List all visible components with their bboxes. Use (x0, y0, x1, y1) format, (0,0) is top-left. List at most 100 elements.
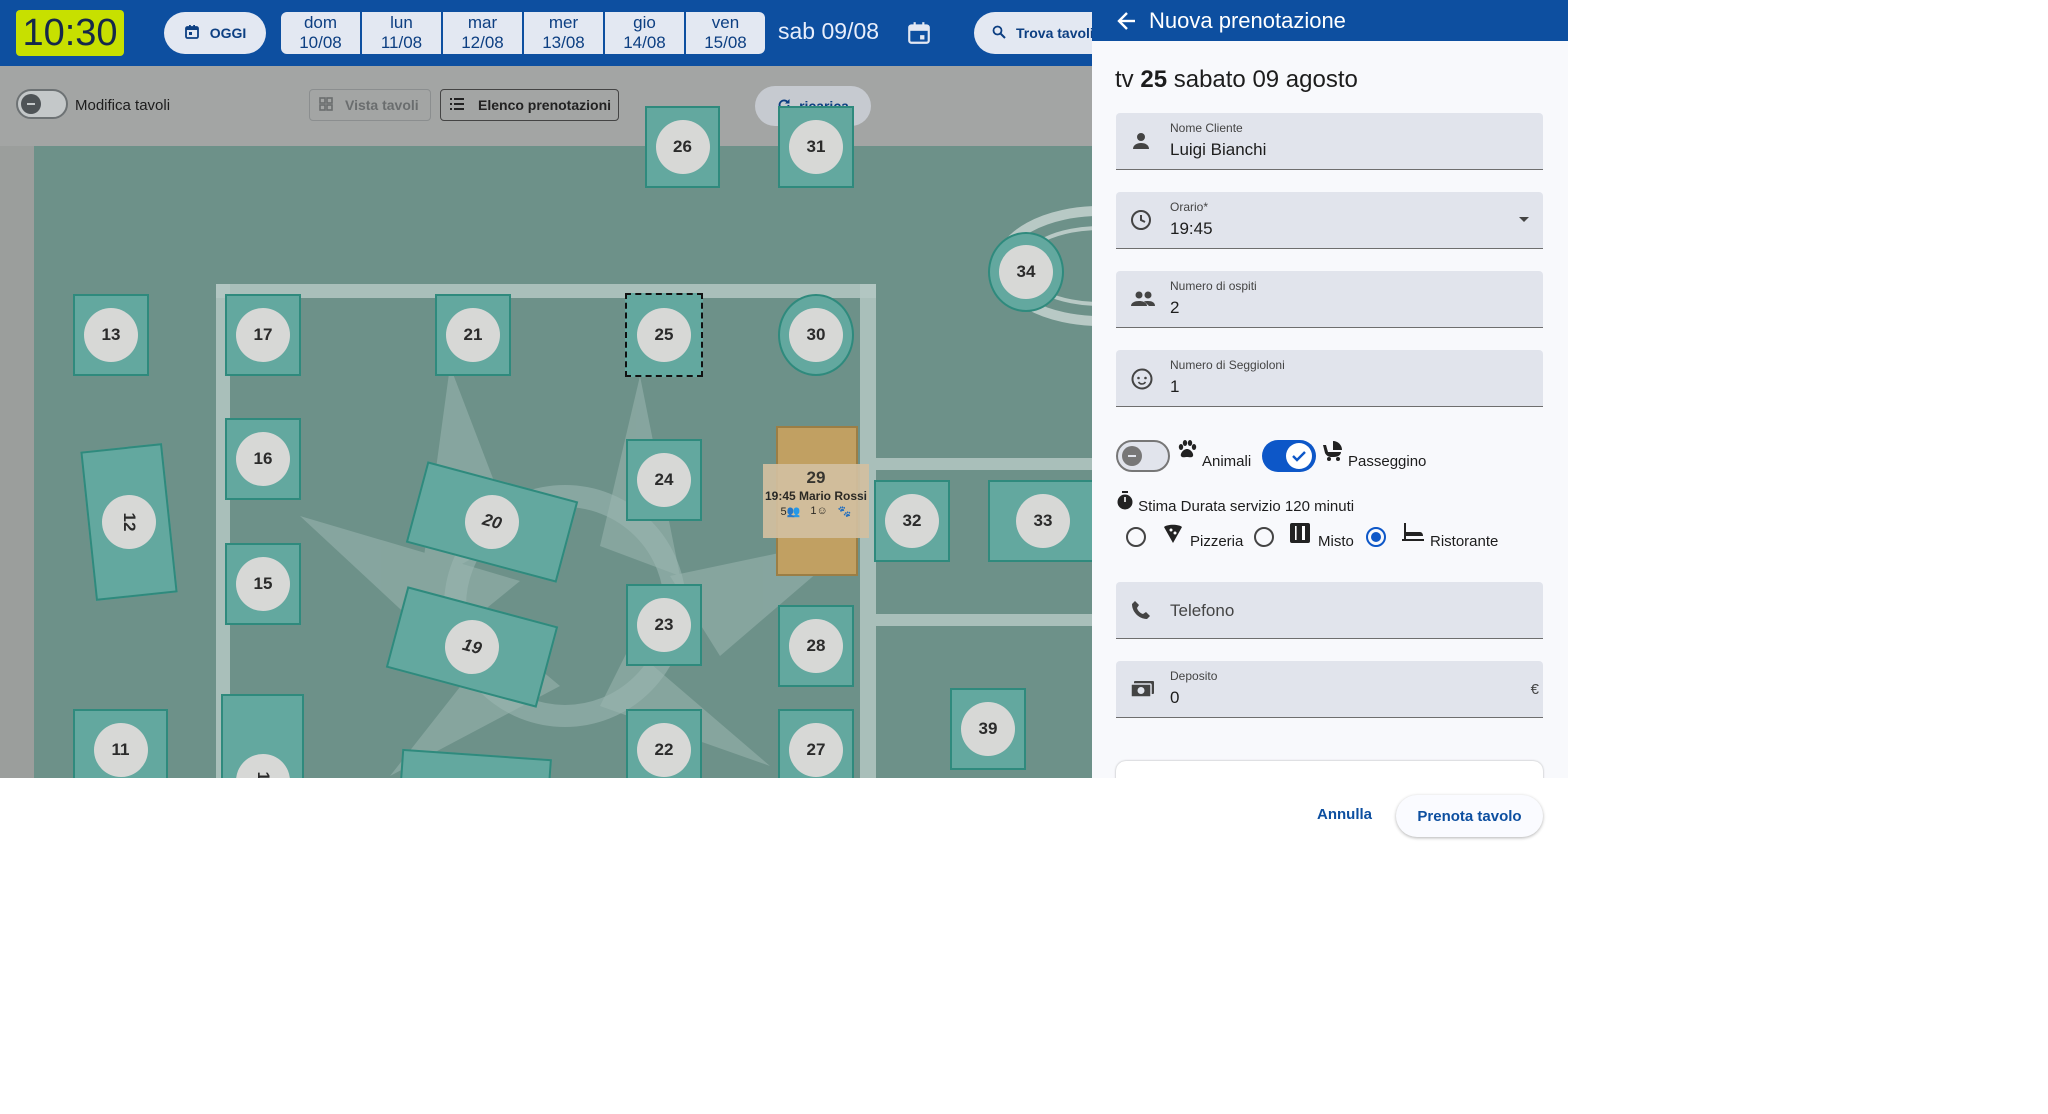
booking-summary: 19:45 Mario Rossi (764, 489, 868, 503)
guests-label: Numero di ospiti (1170, 279, 1257, 293)
service-radio-pizzeria[interactable] (1126, 527, 1146, 547)
floor-map: Modifica tavoli Vista tavoli Elenco pren… (0, 66, 1092, 778)
clock: 10:30 (16, 10, 124, 56)
restaurant-menu-icon (1290, 523, 1310, 548)
table[interactable]: 26 (645, 106, 720, 188)
table[interactable]: 21 (435, 294, 511, 376)
guests-count: 5👥 (781, 505, 801, 518)
paw-icon (1176, 439, 1198, 466)
table[interactable]: 13 (73, 294, 149, 376)
day-date: 11/08 (380, 33, 423, 52)
time-select[interactable]: Orario* 19:45 (1116, 192, 1543, 249)
table-number: 12 (102, 495, 156, 549)
table[interactable]: 15 (225, 543, 301, 625)
table-number: 14 (235, 754, 290, 778)
animals-label: Animali (1202, 453, 1252, 470)
edit-tables-label: Modifica tavoli (75, 97, 171, 114)
selected-table[interactable]: 25 (625, 293, 703, 377)
service-radio-ristorante[interactable] (1366, 527, 1386, 547)
currency-suffix: € (1530, 681, 1539, 698)
next-section-card (1116, 761, 1543, 778)
deposit-field[interactable]: Deposito 0 € (1116, 661, 1543, 718)
pizza-icon (1164, 523, 1182, 548)
table[interactable]: 33 (988, 480, 1092, 562)
highchairs-value: 1 (1170, 377, 1180, 396)
day-name: ven (711, 13, 740, 32)
day-button[interactable]: lun 11/08 (362, 12, 441, 54)
highchairs-field[interactable]: Numero di Seggioloni 1 (1116, 350, 1543, 407)
table-number: 23 (637, 598, 691, 652)
panel-footer: Annulla Prenota tavolo (1092, 778, 1568, 853)
table-number: 29 (806, 468, 826, 487)
table-number: 28 (789, 619, 843, 673)
current-date: sab 09/08 (778, 18, 880, 44)
paw-icon: 🐾 (837, 506, 852, 518)
table[interactable]: 31 (778, 106, 854, 188)
table[interactable]: 22 (626, 709, 702, 778)
calendar-picker-icon[interactable] (906, 20, 932, 51)
table-number: 33 (1016, 494, 1070, 548)
customer-name-label: Nome Cliente (1170, 121, 1243, 135)
table[interactable]: 16 (225, 418, 301, 500)
table[interactable]: 34 (988, 232, 1064, 312)
misto-label: Misto (1318, 533, 1354, 550)
map-toolbar: Modifica tavoli Vista tavoli Elenco pren… (0, 66, 1092, 146)
stroller-toggle[interactable] (1262, 440, 1316, 472)
table[interactable]: 27 (778, 709, 854, 778)
animals-toggle[interactable] (1116, 440, 1170, 472)
calendar-icon (184, 24, 200, 43)
booking-icons: 5👥 1☺ 🐾 (763, 505, 869, 518)
table-number: 21 (446, 308, 500, 362)
table-number: 31 (789, 120, 843, 174)
stroller-label: Passeggino (1348, 453, 1427, 470)
table[interactable]: 17 (225, 294, 301, 376)
service-radio-misto[interactable] (1254, 527, 1274, 547)
baby-face-icon (1130, 367, 1154, 396)
highchairs-label: Numero di Seggioloni (1170, 358, 1285, 372)
phone-field[interactable]: Telefono (1116, 582, 1543, 639)
table[interactable]: 11 (73, 709, 168, 778)
table[interactable]: 24 (626, 439, 702, 521)
clock-icon (1130, 209, 1152, 236)
search-icon (992, 25, 1006, 42)
cash-icon (1130, 678, 1156, 705)
table[interactable]: 14 (221, 694, 304, 778)
subtitle-table: 25 (1140, 66, 1168, 93)
table[interactable]: 28 (778, 605, 854, 687)
day-button[interactable]: dom 10/08 (281, 12, 360, 54)
day-name: mar (467, 13, 498, 32)
today-button[interactable]: OGGI (164, 12, 266, 54)
day-button[interactable]: mer 13/08 (524, 12, 603, 54)
guests-field[interactable]: Numero di ospiti 2 (1116, 271, 1543, 328)
table[interactable]: 23 (626, 584, 702, 666)
book-table-button[interactable]: Prenota tavolo (1396, 795, 1543, 837)
bookings-list-button[interactable]: Elenco prenotazioni (440, 89, 619, 121)
table-number: 16 (236, 432, 290, 486)
table-number: 11 (93, 723, 148, 777)
table[interactable]: 39 (950, 688, 1026, 770)
booking-info[interactable]: 29 19:45 Mario Rossi 5👥 1☺ 🐾 (763, 464, 869, 538)
day-button[interactable]: gio 14/08 (605, 12, 684, 54)
table[interactable]: 12 (80, 443, 178, 601)
day-button[interactable]: mar 12/08 (443, 12, 522, 54)
path (876, 458, 1092, 470)
customer-name-field[interactable]: Nome Cliente Luigi Bianchi (1116, 113, 1543, 170)
duration-estimate: Stima Durata servizio 120 minuti (1116, 491, 1354, 515)
cancel-button[interactable]: Annulla (1317, 806, 1372, 823)
table-number: 15 (236, 557, 290, 611)
table[interactable]: 32 (874, 480, 950, 562)
grid-icon (319, 96, 333, 114)
table[interactable]: 30 (778, 294, 854, 376)
day-button[interactable]: ven 15/08 (686, 12, 765, 54)
panel-body: tv 25 sabato 09 agosto Nome Cliente Luig… (1092, 41, 1568, 778)
view-tables-button[interactable]: Vista tavoli (309, 89, 431, 121)
deposit-value: 0 (1170, 688, 1180, 707)
edit-tables-toggle[interactable] (16, 89, 68, 119)
panel-title: Nuova prenotazione (1149, 8, 1346, 33)
chevron-down-icon[interactable] (1519, 217, 1529, 222)
booking-subtitle: tv 25 sabato 09 agosto (1115, 66, 1358, 94)
arrow-back-icon[interactable] (1116, 10, 1138, 37)
highchairs-count: 1☺ (810, 505, 827, 518)
bookings-list-label: Elenco prenotazioni (478, 97, 612, 113)
pizzeria-label: Pizzeria (1190, 533, 1244, 550)
